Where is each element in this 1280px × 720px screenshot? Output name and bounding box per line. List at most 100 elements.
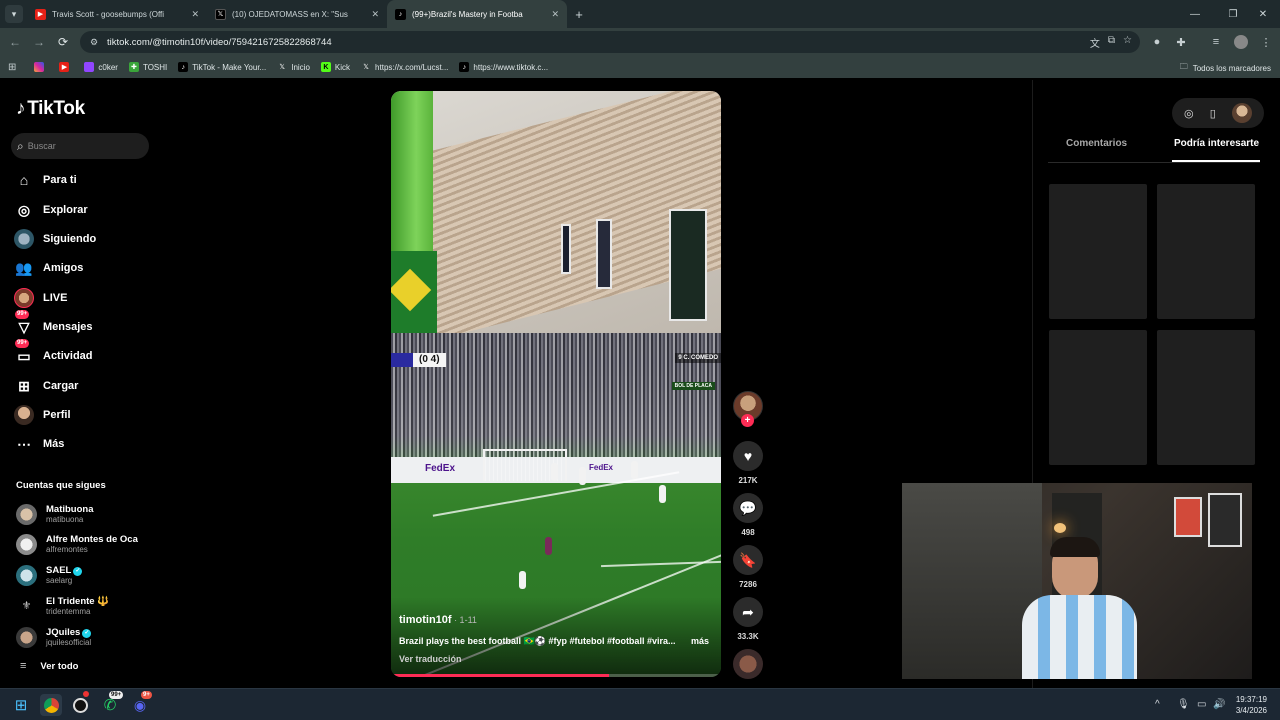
- tray-chevron-icon[interactable]: ^: [1155, 699, 1160, 710]
- reading-list-icon[interactable]: ≡: [1206, 32, 1226, 52]
- recommended-video-placeholder[interactable]: [1049, 330, 1147, 465]
- minimize-icon[interactable]: —: [1178, 0, 1212, 28]
- save-button[interactable]: 🔖: [733, 545, 763, 575]
- more-button[interactable]: más: [691, 636, 709, 646]
- x-icon: 𝕏: [363, 64, 369, 71]
- tab-comments[interactable]: Comentarios: [1066, 138, 1127, 149]
- bookmark-tiktok[interactable]: ♪ TikTok - Make Your...: [178, 62, 266, 72]
- microphone-icon[interactable]: 🎙: [1177, 699, 1190, 710]
- see-all-button[interactable]: ≡ Ver todo: [20, 660, 78, 672]
- bookmark-kick[interactable]: K Kick: [320, 62, 350, 72]
- tab-might-interest[interactable]: Podría interesarte: [1174, 138, 1259, 149]
- recommended-video-placeholder[interactable]: [1157, 184, 1255, 319]
- tab-title: (99+)Brazil's Mastery in Footba: [412, 9, 523, 19]
- follow-plus-icon[interactable]: +: [741, 414, 754, 427]
- friends-icon: 👥: [15, 259, 33, 276]
- address-bar[interactable]: ⚙ tiktok.com/@timotin10f/video/759421672…: [80, 31, 1140, 53]
- back-icon[interactable]: ←: [3, 30, 27, 54]
- windows-start-icon[interactable]: ⊞: [10, 694, 32, 716]
- save-count: 7286: [739, 580, 757, 589]
- bookmark-star-icon[interactable]: ☆: [1123, 35, 1132, 50]
- reload-icon[interactable]: ⟳: [51, 30, 75, 54]
- avatar: [16, 626, 37, 648]
- bookmark-tiktok-link[interactable]: ♪ https://www.tiktok.c...: [459, 62, 548, 72]
- video-progress-bar[interactable]: [391, 674, 721, 677]
- browser-menu-icon[interactable]: ⋮: [1256, 32, 1276, 52]
- recommended-video-placeholder[interactable]: [1157, 330, 1255, 465]
- ad-text: FedEx: [589, 463, 614, 472]
- video-player[interactable]: (0 4) 9 C. COMEDO BOL DE PLACA FedEx Fed…: [391, 91, 721, 677]
- tab-x[interactable]: 𝕏 (10) OJEDATOMASS en X: "Sus ✕: [207, 0, 387, 28]
- comment-button[interactable]: 💬: [733, 493, 763, 523]
- apps-grid-icon[interactable]: ⊞: [8, 62, 16, 73]
- bookmark-x-link[interactable]: 𝕏https://x.com/Lucst...: [361, 62, 448, 72]
- following-account[interactable]: SAEL ✓ saelarg: [16, 563, 83, 587]
- new-tab-button[interactable]: +: [569, 4, 589, 24]
- avatar: [16, 503, 37, 525]
- tab-search-chevron-icon[interactable]: ▾: [5, 5, 23, 23]
- nav-live[interactable]: LIVE: [14, 286, 67, 310]
- nav-mensajes[interactable]: ▽ 99+ Mensajes: [14, 310, 93, 339]
- network-icon[interactable]: ▭: [1197, 699, 1206, 710]
- share-button[interactable]: ➦: [733, 597, 763, 627]
- discord-icon[interactable]: ◉ 9+: [129, 691, 152, 716]
- nav-explorar[interactable]: ◎ Explorar: [14, 198, 88, 222]
- avatar: [16, 533, 37, 555]
- extensions-puzzle-icon[interactable]: ✚: [1171, 32, 1191, 52]
- cast-icon[interactable]: ⧉: [1108, 35, 1115, 50]
- bookmark-label: TOSHI: [142, 62, 168, 72]
- nav-mas[interactable]: ⋯ Más: [14, 432, 64, 456]
- profile-avatar[interactable]: [1231, 32, 1251, 52]
- nav-perfil[interactable]: Perfil: [14, 403, 71, 427]
- nav-para-ti[interactable]: ⌂ Para ti: [14, 168, 77, 192]
- tab-youtube[interactable]: ▶ Travis Scott - goosebumps (Offi ✕: [27, 0, 207, 28]
- restore-icon[interactable]: ❐: [1216, 0, 1250, 28]
- window-close-icon[interactable]: ✕: [1246, 0, 1280, 28]
- nav-label: Mensajes: [43, 321, 93, 333]
- nav-actividad[interactable]: ▭ 99+ Actividad: [14, 339, 93, 368]
- music-disc-icon[interactable]: [733, 649, 763, 679]
- translate-icon[interactable]: 文: [1090, 35, 1100, 50]
- close-icon[interactable]: ✕: [551, 9, 559, 20]
- tab-tiktok[interactable]: ♪ (99+)Brazil's Mastery in Footba ✕: [387, 0, 567, 28]
- volume-icon[interactable]: 🔊: [1213, 699, 1225, 710]
- bookmark-youtube[interactable]: ▶: [59, 62, 73, 72]
- more-icon: ⋯: [17, 435, 31, 452]
- bookmark-twitch[interactable]: c0ker: [84, 62, 118, 72]
- following-account[interactable]: ⚜ El Tridente 🔱 tridentemma: [16, 594, 109, 618]
- see-translation-button[interactable]: Ver traducción: [399, 654, 462, 664]
- extension-icon[interactable]: ●: [1147, 32, 1167, 52]
- nav-siguiendo[interactable]: Siguiendo: [14, 227, 96, 251]
- like-button[interactable]: ♥: [733, 441, 763, 471]
- search-input[interactable]: ⌕ Buscar: [11, 133, 149, 159]
- following-account[interactable]: JQuiles ✓ jquilesofficial: [16, 625, 92, 649]
- avatar: ⚜: [16, 595, 37, 617]
- video-author[interactable]: timotin10f · 1-11: [399, 614, 477, 626]
- recommended-video-placeholder[interactable]: [1049, 184, 1147, 319]
- account-name: Alfre Montes de Oca: [46, 533, 138, 545]
- bookmark-toshi[interactable]: ✚ TOSHI: [128, 62, 168, 72]
- close-icon[interactable]: ✕: [371, 9, 379, 20]
- compass-icon[interactable]: ◎: [1184, 107, 1194, 120]
- close-icon[interactable]: ✕: [191, 9, 199, 20]
- site-info-icon[interactable]: ⚙: [88, 36, 100, 48]
- following-account[interactable]: Matibuona matibuona: [16, 502, 94, 526]
- user-avatar[interactable]: [1231, 103, 1252, 123]
- nav-amigos[interactable]: 👥 Amigos: [14, 256, 83, 280]
- tiktok-logo[interactable]: ♪ TikTok: [16, 98, 85, 120]
- bookmark-instagram[interactable]: [34, 62, 48, 72]
- search-icon: ⌕: [17, 138, 24, 153]
- bookmark-x-inicio[interactable]: 𝕏 Inicio: [277, 62, 310, 72]
- following-account[interactable]: Alfre Montes de Oca alfremontes: [16, 532, 138, 556]
- device-icon[interactable]: ▯: [1210, 107, 1216, 120]
- obs-icon[interactable]: [69, 691, 91, 716]
- nav-label: Explorar: [43, 204, 88, 216]
- share-count: 33.3K: [737, 632, 759, 641]
- account-name: SAEL: [46, 564, 72, 576]
- system-clock[interactable]: 19:37:19 3/4/2026: [1236, 694, 1267, 716]
- all-bookmarks-folder[interactable]: 🗀 Todos los marcadores: [1180, 61, 1271, 75]
- forward-icon[interactable]: →: [27, 30, 51, 54]
- chrome-icon[interactable]: [40, 694, 62, 716]
- whatsapp-icon[interactable]: ✆ 99+: [99, 691, 124, 716]
- nav-cargar[interactable]: ⊞ Cargar: [14, 374, 78, 398]
